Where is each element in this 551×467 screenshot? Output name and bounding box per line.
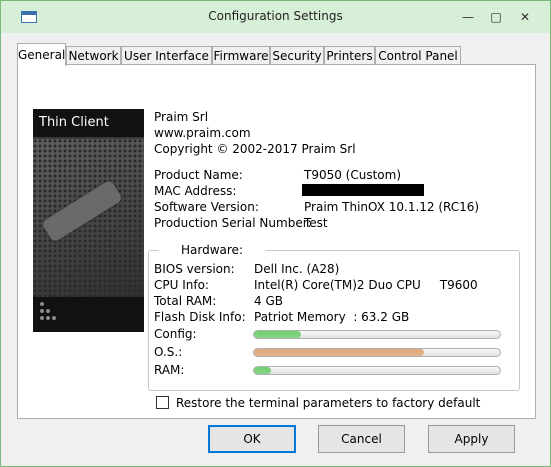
ok-button[interactable]: OK <box>208 425 296 453</box>
banner-dot <box>40 309 44 313</box>
bios-version-label: BIOS version: <box>154 262 235 276</box>
flash-disk-label: Flash Disk Info: <box>154 310 246 324</box>
cpu-info-value: Intel(R) Core(TM)2 Duo CPU T9600 <box>254 278 478 292</box>
tab-firmware[interactable]: Firmware <box>212 46 270 65</box>
title-bar[interactable]: Configuration Settings — □ ✕ <box>1 1 550 33</box>
config-usage-bar <box>253 330 501 339</box>
apply-button[interactable]: Apply <box>428 425 515 453</box>
restore-defaults-label[interactable]: Restore the terminal parameters to facto… <box>176 396 480 410</box>
vendor-name: Praim Srl <box>154 110 209 124</box>
maximize-button[interactable]: □ <box>484 7 508 27</box>
copyright-text: Copyright © 2002-2017 Praim Srl <box>154 142 356 156</box>
cancel-button[interactable]: Cancel <box>318 425 405 453</box>
os-usage-bar <box>253 348 501 357</box>
praim-logo-bar <box>40 179 124 243</box>
serial-number-label: Production Serial Number: <box>154 216 312 230</box>
tab-control-panel[interactable]: Control Panel <box>375 46 461 65</box>
banner-dot <box>46 309 50 313</box>
tab-security[interactable]: Security <box>270 46 324 65</box>
mac-address-label: MAC Address: <box>154 184 237 198</box>
software-version-label: Software Version: <box>154 200 259 214</box>
software-version-value: Praim ThinOX 10.1.12 (RC16) <box>304 200 480 214</box>
tab-printers[interactable]: Printers <box>324 46 375 65</box>
flash-disk-value: Patriot Memory : 63.2 GB <box>254 310 410 324</box>
serial-number-value: Test <box>304 216 328 230</box>
bios-version-value: Dell Inc. (A28) <box>254 262 340 276</box>
banner-dot <box>40 316 44 320</box>
mac-address-redacted <box>302 184 424 196</box>
hardware-group-title: Hardware: <box>159 243 265 257</box>
close-button[interactable]: ✕ <box>513 7 537 27</box>
tab-user-interface[interactable]: User Interface <box>121 46 212 65</box>
settings-window: Configuration Settings — □ ✕ General Net… <box>0 0 551 467</box>
minimize-button[interactable]: — <box>456 7 480 27</box>
ram-usage-bar <box>253 366 501 375</box>
total-ram-value: 4 GB <box>254 294 283 308</box>
config-usage-label: Config: <box>154 327 197 341</box>
banner-texture <box>33 139 144 297</box>
config-usage-fill <box>254 331 301 338</box>
ram-usage-label: RAM: <box>154 363 185 377</box>
vendor-website: www.praim.com <box>154 126 251 140</box>
thin-client-banner: Thin Client <box>33 109 144 332</box>
cpu-info-label: CPU Info: <box>154 278 209 292</box>
banner-dot <box>52 316 56 320</box>
total-ram-label: Total RAM: <box>154 294 217 308</box>
banner-dot <box>40 302 44 306</box>
tab-network[interactable]: Network <box>66 46 121 65</box>
general-panel: Thin Client Praim Srl www.praim.com Copy… <box>17 64 536 419</box>
restore-defaults-checkbox[interactable] <box>156 396 169 409</box>
product-name-label: Product Name: <box>154 168 243 182</box>
ram-usage-fill <box>254 367 272 374</box>
banner-footer <box>33 297 144 332</box>
banner-dot <box>46 316 50 320</box>
product-name-value: T9050 (Custom) <box>304 168 402 182</box>
os-usage-fill <box>254 349 424 356</box>
os-usage-label: O.S.: <box>154 345 183 359</box>
banner-title: Thin Client <box>33 109 144 137</box>
tab-general[interactable]: General <box>17 43 66 66</box>
